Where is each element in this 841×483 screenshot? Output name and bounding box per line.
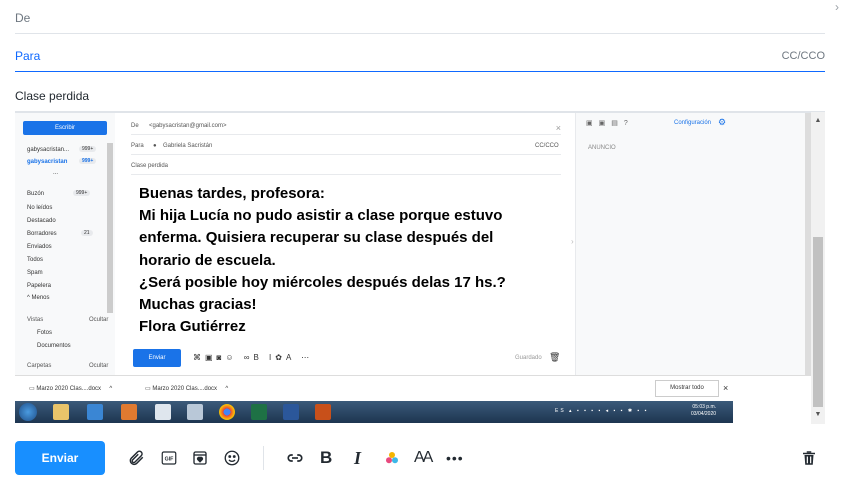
mini-to-row: Para ● Gabriela Sacristán CC/CCO: [131, 137, 561, 155]
mini-views-header: Vistas Ocultar: [27, 317, 109, 323]
paperclip-icon[interactable]: [126, 448, 146, 468]
svg-text:GIF: GIF: [165, 457, 175, 463]
mini-more: ...: [53, 170, 59, 176]
ie-icon: [87, 404, 103, 420]
body-line: Mi hija Lucía no pudo asistir a clase po…: [139, 207, 503, 225]
mini-less: ^ Menos: [27, 295, 50, 301]
excel-icon: [251, 404, 267, 420]
mini-trash-icon: 🗑: [549, 352, 561, 362]
link-icon[interactable]: [285, 448, 305, 468]
mini-from-row: De <gabysacristan@gmail.com> ×: [131, 117, 561, 135]
mini-subject-row: Clase perdida: [131, 157, 561, 175]
toolbar-divider: [263, 446, 264, 470]
font-size-icon[interactable]: AA: [414, 448, 433, 468]
chrome-icon: [219, 404, 235, 420]
scroll-down-icon[interactable]: ▼: [811, 409, 825, 421]
mini-folder: Spam: [27, 270, 43, 276]
from-field[interactable]: De: [15, 0, 825, 34]
compose-toolbar: Enviar GIF B I AA •••: [0, 436, 841, 476]
mini-download-item: ▭ Marzo 2020 Clas....docx ^: [145, 386, 229, 392]
body-line: Muchas gracias!: [139, 296, 257, 314]
mini-taskbar: ES ▴ ▪ ▪ ▪ ▪ ◂ ▪ ▪ ✱ ▪ ▪ 05:03 p.m. 03/0…: [15, 401, 733, 423]
mini-chevron-icon: ›: [571, 237, 574, 246]
more-icon[interactable]: •••: [446, 448, 464, 468]
mini-account: gabysacristan 999+: [27, 158, 97, 165]
paint-icon: [315, 404, 331, 420]
email-body: Buenas tardes, profesora: Mi hija Lucía …: [139, 183, 569, 338]
mini-folder: Destacado: [27, 218, 56, 224]
mini-folder: Enviados: [27, 244, 52, 250]
mini-account: gabysacristan... 999+: [27, 146, 97, 153]
body-line: Flora Gutiérrez: [139, 318, 246, 336]
mini-sidebar-scrollbar: [107, 143, 113, 313]
mini-folders-header: Carpetas Ocultar: [27, 363, 109, 369]
mini-toolbar-icons: ⌘▣◙☺ ∞B I✿A ⋯: [193, 353, 314, 362]
mini-view: Documentos: [37, 343, 71, 349]
mini-close-downloads-icon: ×: [723, 383, 729, 393]
to-field[interactable]: Para CC/CCO: [15, 38, 825, 72]
gif-icon[interactable]: GIF: [159, 448, 179, 468]
body-line: enferma. Quisiera recuperar su clase des…: [139, 229, 494, 247]
body-line: ¿Será posible hoy miércoles después dela…: [139, 273, 506, 291]
mini-gear-icon: ⚙: [718, 117, 727, 127]
mini-sidebar: Escribir gabysacristan... 999+ gabysacris…: [15, 113, 115, 375]
mini-clock: 05:03 p.m. 03/04/2020: [691, 404, 717, 417]
mini-folder: Todos: [27, 257, 44, 263]
to-label: Para: [15, 49, 41, 63]
embedded-screenshot: Escribir gabysacristan... 999+ gabysacris…: [15, 112, 811, 424]
compose-scrollbar[interactable]: ▲ ▼: [811, 112, 825, 424]
media-player-icon: [121, 404, 137, 420]
mini-compose-button: Escribir: [23, 121, 107, 135]
mini-send-button: Enviar: [133, 349, 181, 367]
mini-show-all-button: Mostrar todo: [655, 380, 719, 397]
scroll-up-icon[interactable]: ▲: [811, 115, 825, 127]
from-label: De: [15, 11, 31, 25]
mini-avatar: ●: [153, 143, 157, 149]
sticker-icon[interactable]: [190, 448, 210, 468]
mini-saved-status: Guardado: [515, 355, 542, 361]
scroll-thumb[interactable]: [813, 237, 823, 407]
mini-download-item: ▭ Marzo 2020 Clas....docx ^: [29, 386, 113, 392]
subject-text[interactable]: Clase perdida: [15, 89, 89, 103]
mini-right-panel: ▣▣▤? Configuración ⚙ ANUNCIO: [575, 113, 805, 375]
mini-compose-pane: De <gabysacristan@gmail.com> × Para ● Ga…: [119, 113, 574, 375]
trash-icon[interactable]: [799, 448, 819, 468]
mini-ad-label: ANUNCIO: [588, 145, 616, 151]
cc-bcc-link[interactable]: CC/CCO: [782, 50, 825, 62]
chevron-right-icon[interactable]: ›: [835, 0, 839, 14]
explorer-icon: [53, 404, 69, 420]
mini-folder: No leídos: [27, 205, 53, 211]
mini-close-icon: ×: [555, 123, 561, 133]
mini-folder: Buzón 999+: [27, 190, 91, 197]
document-icon: [155, 404, 171, 420]
mini-folder: Papelera: [27, 283, 52, 289]
color-icon[interactable]: [382, 448, 402, 468]
subject-field[interactable]: Clase perdida: [15, 78, 825, 112]
send-button[interactable]: Enviar: [15, 441, 105, 475]
emoji-icon[interactable]: [222, 448, 242, 468]
italic-icon[interactable]: I: [354, 448, 361, 468]
start-orb-icon: [19, 403, 37, 421]
mini-settings-link: Configuración: [674, 120, 712, 126]
bold-icon[interactable]: B: [320, 448, 332, 468]
mini-tray: ES ▴ ▪ ▪ ▪ ▪ ◂ ▪ ▪ ✱ ▪ ▪: [555, 408, 649, 414]
mini-folder: Borradores 21: [27, 230, 93, 237]
body-line: horario de escuela.: [139, 251, 276, 269]
mini-download-bar: ▭ Marzo 2020 Clas....docx ^ ▭ Marzo 2020…: [15, 375, 811, 401]
calculator-icon: [187, 404, 203, 420]
body-line: Buenas tardes, profesora:: [139, 185, 325, 202]
word-icon: [283, 404, 299, 420]
mini-panel-icons: ▣▣▤?: [586, 120, 634, 127]
mini-view: Fotos: [37, 330, 53, 336]
